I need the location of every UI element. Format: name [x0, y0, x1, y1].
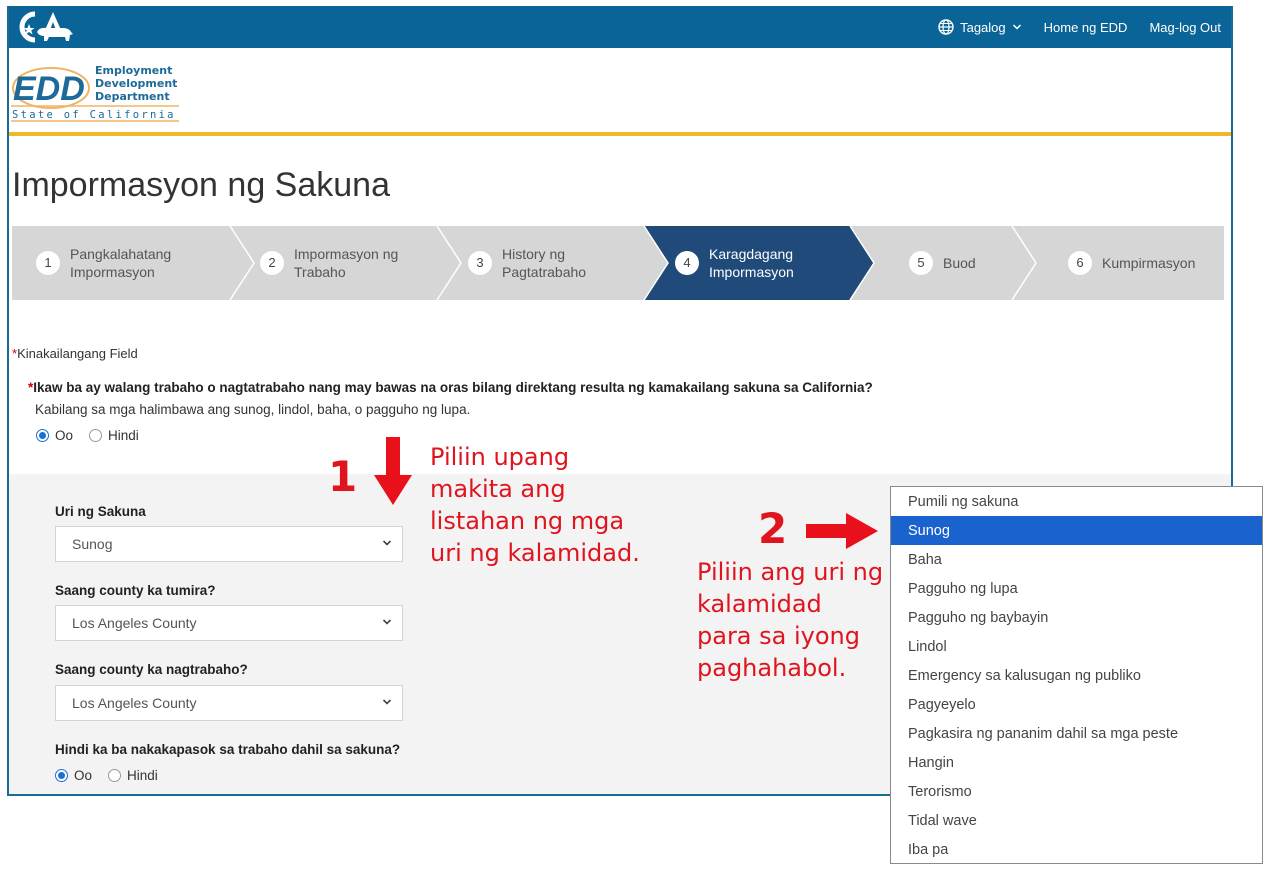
radio-yes[interactable]: Oo: [36, 428, 73, 443]
annotation-line: para sa iyong: [697, 622, 860, 650]
dropdown-option-selected[interactable]: Sunog: [891, 516, 1262, 545]
dropdown-option[interactable]: Pagyeyelo: [891, 690, 1262, 719]
annotation-line: kalamidad: [697, 590, 822, 618]
question-unemployed-disaster: *Ikaw ba ay walang trabaho o nagtatrabah…: [28, 380, 873, 395]
step-6[interactable]: 6 Kumpirmasyon: [1068, 226, 1195, 300]
annotation-1-text: Piliin upang makita ang listahan ng mga …: [430, 441, 640, 569]
annotation-line: makita ang: [430, 475, 566, 503]
radio-label: Oo: [74, 768, 93, 783]
header-divider: [9, 132, 1231, 136]
top-navigation-bar: Tagalog Home ng EDD Mag-log Out: [9, 6, 1231, 48]
step-3[interactable]: 3 History ng Pagtatrabaho: [468, 226, 602, 300]
required-note-text: Kinakailangang Field: [17, 346, 138, 361]
annotation-line: paghahabol.: [697, 654, 847, 682]
step-number: 5: [909, 251, 933, 275]
disaster-type-label: Uri ng Sakuna: [55, 504, 146, 519]
county-work-label: Saang county ka nagtrabaho?: [55, 662, 248, 677]
question1-text: Ikaw ba ay walang trabaho o nagtatrabaho…: [33, 380, 873, 395]
step-label: History ng Pagtatrabaho: [502, 246, 587, 280]
stepper-background: [12, 226, 1224, 300]
disaster-type-select[interactable]: Sunog: [55, 526, 403, 562]
edd-line-3: Department: [95, 90, 170, 103]
step-label: Buod: [943, 255, 976, 271]
radio-no[interactable]: Hindi: [108, 768, 158, 783]
radio-label: Hindi: [127, 768, 158, 783]
language-label: Tagalog: [960, 19, 1006, 35]
annotation-number-2: 2: [758, 504, 788, 553]
annotation-2-text: Piliin ang uri ng kalamidad para sa iyon…: [697, 556, 883, 684]
chevron-down-icon: [382, 699, 392, 705]
radio-label: Hindi: [108, 428, 139, 443]
annotation-line: Piliin ang uri ng: [697, 558, 884, 586]
step-5[interactable]: 5 Buod: [909, 226, 976, 300]
question1-radio-group: Oo Hindi: [36, 428, 139, 443]
question2-radio-group: Oo Hindi: [55, 768, 158, 783]
annotation-line: listahan ng mga: [430, 507, 625, 535]
step-number: 3: [468, 251, 492, 275]
question-cannot-work-label: Hindi ka ba nakakapasok sa trabaho dahil…: [55, 742, 401, 757]
home-edd-link[interactable]: Home ng EDD: [1044, 20, 1128, 35]
edd-logo-text: EDD: [13, 70, 85, 108]
state-of-california-text: State of California: [12, 109, 176, 121]
radio-button-checked[interactable]: [55, 769, 68, 782]
page-title: Impormasyon ng Sakuna: [12, 166, 390, 204]
step-1[interactable]: 1 Pangkalahatang Impormasyon: [36, 226, 190, 300]
annotation-line: uri ng kalamidad.: [430, 539, 640, 567]
question1-help-text: Kabilang sa mga halimbawa ang sunog, lin…: [35, 402, 471, 417]
county-live-select[interactable]: Los Angeles County: [55, 605, 403, 641]
dropdown-option[interactable]: Iba pa: [891, 835, 1262, 864]
step-label: Kumpirmasyon: [1102, 255, 1196, 271]
dropdown-option[interactable]: Tidal wave: [891, 806, 1262, 835]
radio-button-unchecked[interactable]: [108, 769, 122, 782]
radio-button-checked[interactable]: [36, 429, 49, 442]
radio-label: Oo: [55, 428, 74, 443]
chevron-down-icon: [1012, 24, 1021, 30]
site-header: EDD Employment Development Department St…: [9, 48, 1231, 132]
logout-link[interactable]: Mag-log Out: [1149, 20, 1221, 35]
dropdown-option[interactable]: Pagguho ng baybayin: [891, 603, 1262, 632]
select-value: Los Angeles County: [72, 615, 197, 631]
radio-yes[interactable]: Oo: [55, 768, 92, 783]
step-number: 6: [1068, 251, 1092, 275]
annotation-line: Piliin upang: [430, 443, 570, 471]
chevron-down-icon: [382, 540, 392, 546]
dropdown-option[interactable]: Terorismo: [891, 777, 1262, 806]
dropdown-option[interactable]: Lindol: [891, 632, 1262, 661]
chevron-down-icon: [382, 619, 392, 625]
globe-icon: [938, 19, 954, 35]
progress-stepper: 1 Pangkalahatang Impormasyon 2 Impormasy…: [12, 226, 1224, 300]
dropdown-option[interactable]: Emergency sa kalusugan ng publiko: [891, 661, 1262, 690]
radio-no[interactable]: Hindi: [89, 428, 139, 443]
step-label: Pangkalahatang Impormasyon: [70, 246, 172, 280]
county-live-label: Saang county ka tumira?: [55, 583, 216, 598]
disaster-type-dropdown-list[interactable]: Pumili ng sakuna Sunog Baha Pagguho ng l…: [890, 486, 1263, 864]
arrow-down-icon: [374, 437, 412, 505]
step-number: 1: [36, 251, 60, 275]
step-label: Karagdagang Impormasyon: [709, 246, 794, 280]
top-nav-links: Tagalog Home ng EDD Mag-log Out: [938, 6, 1221, 48]
step-number: 4: [675, 251, 699, 275]
edd-line-1: Employment: [95, 64, 172, 77]
county-work-select[interactable]: Los Angeles County: [55, 685, 403, 721]
step-2[interactable]: 2 Impormasyon ng Trabaho: [260, 226, 414, 300]
edd-logo-icon[interactable]: EDD Employment Development Department St…: [11, 60, 181, 122]
arrow-right-icon: [806, 513, 878, 549]
select-value: Sunog: [72, 536, 113, 552]
step-label: Impormasyon ng Trabaho: [294, 246, 399, 280]
annotation-number-1: 1: [328, 452, 358, 501]
dropdown-option[interactable]: Hangin: [891, 748, 1262, 777]
step-4-active[interactable]: 4 Karagdagang Impormasyon: [675, 226, 809, 300]
step-number: 2: [260, 251, 284, 275]
dropdown-option[interactable]: Pagkasira ng pananim dahil sa mga peste: [891, 719, 1262, 748]
dropdown-option[interactable]: Pumili ng sakuna: [891, 487, 1262, 516]
language-selector[interactable]: Tagalog: [938, 19, 1022, 35]
ca-state-logo-icon[interactable]: [15, 10, 77, 44]
dropdown-option[interactable]: Baha: [891, 545, 1262, 574]
radio-button-unchecked[interactable]: [89, 429, 103, 442]
dropdown-option[interactable]: Pagguho ng lupa: [891, 574, 1262, 603]
required-field-note: *Kinakailangang Field: [12, 346, 138, 361]
select-value: Los Angeles County: [72, 695, 197, 711]
edd-line-2: Development: [95, 77, 177, 90]
